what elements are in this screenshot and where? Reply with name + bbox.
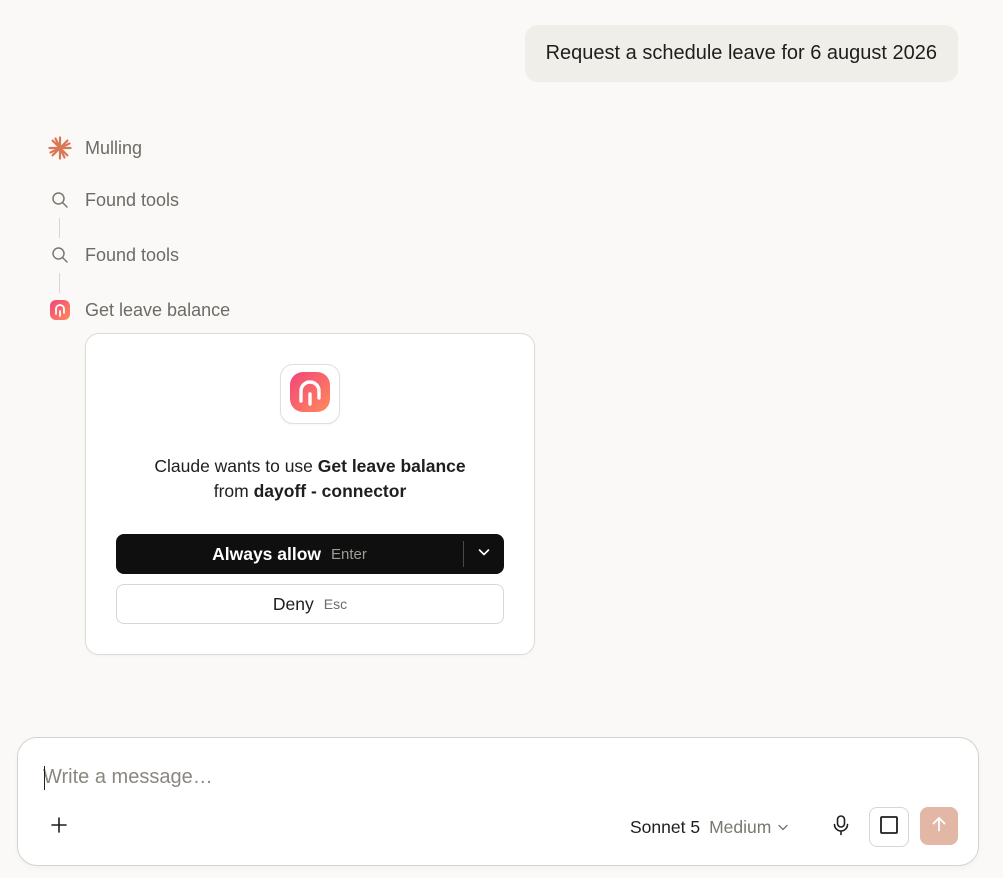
- model-effort: Medium: [709, 816, 772, 837]
- tool-name: Get leave balance: [317, 456, 466, 476]
- dayoff-app-icon: [289, 371, 331, 418]
- always-allow-label: Always allow: [212, 543, 322, 564]
- timeline-connector: [59, 273, 60, 293]
- chevron-down-icon: [477, 545, 491, 564]
- step-label: Mulling: [85, 137, 143, 158]
- stop-button[interactable]: [869, 807, 909, 847]
- step-label: Found tools: [85, 189, 180, 210]
- user-message-text: Request a schedule leave for 6 august 20…: [545, 42, 937, 64]
- connector-name: dayoff - connector: [253, 481, 407, 501]
- voice-input-button[interactable]: [826, 812, 856, 842]
- deny-button[interactable]: Deny Esc: [116, 584, 504, 624]
- permission-message: Claude wants to use Get leave balance fr…: [146, 454, 474, 504]
- dayoff-app-tile: [280, 364, 340, 424]
- send-button[interactable]: [920, 807, 958, 845]
- search-icon: [48, 188, 72, 212]
- step-mulling: Mulling: [48, 135, 142, 161]
- step-label: Get leave balance: [85, 299, 231, 320]
- allow-options-dropdown[interactable]: [464, 534, 504, 574]
- step-found-tools[interactable]: Found tools: [48, 242, 179, 268]
- dayoff-app-icon: [48, 298, 72, 322]
- stop-square-icon: [879, 815, 899, 840]
- deny-label: Deny: [272, 593, 314, 614]
- tool-permission-card: Claude wants to use Get leave balance fr…: [85, 333, 535, 655]
- add-attachment-button[interactable]: [44, 812, 74, 842]
- claude-spark-icon: [48, 136, 72, 160]
- user-message-bubble: Request a schedule leave for 6 august 20…: [524, 25, 958, 82]
- always-allow-button[interactable]: Always allow Enter: [116, 534, 504, 574]
- permission-text-prefix: Claude wants to use: [154, 456, 318, 476]
- step-label: Found tools: [85, 244, 180, 265]
- always-allow-main[interactable]: Always allow Enter: [116, 534, 463, 574]
- message-composer: Sonnet 5 Medium: [17, 737, 979, 866]
- plus-icon: [50, 816, 68, 839]
- step-found-tools[interactable]: Found tools: [48, 187, 179, 213]
- search-icon: [48, 243, 72, 267]
- model-name: Sonnet 5: [630, 816, 701, 837]
- permission-text-middle: from: [213, 481, 254, 501]
- microphone-icon: [831, 814, 851, 841]
- chevron-down-icon: [777, 821, 789, 833]
- message-input[interactable]: [43, 762, 843, 792]
- step-get-leave-balance[interactable]: Get leave balance: [48, 297, 230, 323]
- allow-shortcut-hint: Enter: [331, 545, 367, 563]
- arrow-up-icon: [930, 815, 948, 838]
- timeline-connector: [59, 218, 60, 238]
- model-selector[interactable]: Sonnet 5 Medium: [630, 814, 789, 840]
- text-caret: [44, 766, 45, 790]
- deny-shortcut-hint: Esc: [323, 596, 348, 612]
